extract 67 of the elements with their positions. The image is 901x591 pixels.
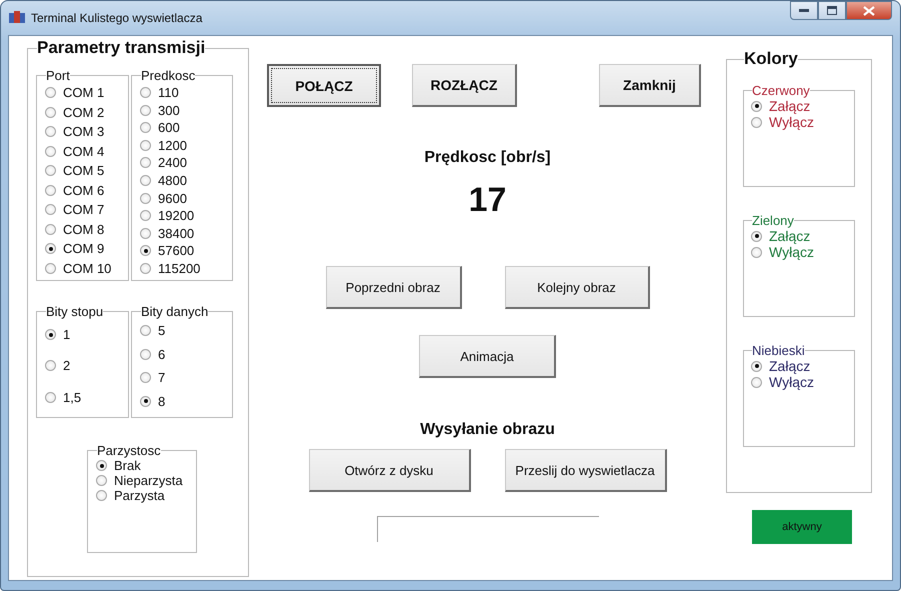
radio-option[interactable]: COM 10: [45, 260, 124, 276]
previous-image-button[interactable]: Poprzedni obraz: [326, 266, 462, 309]
radio-option[interactable]: Wyłącz: [751, 114, 850, 130]
radio-option[interactable]: Załącz: [751, 228, 850, 244]
push-button[interactable]: POŁĄCZ: [267, 64, 381, 107]
radio-option[interactable]: COM 1: [45, 85, 124, 100]
radio-option[interactable]: Brak: [96, 458, 192, 473]
radio-option[interactable]: COM 7: [45, 202, 124, 218]
section-title: Wysyłanie obrazu: [420, 421, 555, 439]
radio-option[interactable]: 300: [140, 102, 228, 118]
radio-option[interactable]: 57600: [140, 243, 228, 258]
radio-option[interactable]: COM 5: [45, 163, 124, 178]
radio-option[interactable]: COM 4: [45, 144, 124, 159]
push-button[interactable]: ROZŁĄCZ: [412, 64, 517, 107]
speed-value: 17: [468, 181, 506, 220]
radio-option[interactable]: COM 2: [45, 104, 124, 120]
radio-option[interactable]: 600: [140, 120, 228, 136]
speed-label: Prędkosc [obr/s]: [424, 149, 551, 167]
radio-option[interactable]: 110: [140, 85, 228, 100]
group-label: Port: [46, 68, 70, 83]
radio-option[interactable]: Załącz: [751, 98, 850, 114]
radio-option[interactable]: 38400: [140, 226, 228, 241]
send-button[interactable]: Przeslij do wyswietlacza: [504, 449, 666, 492]
group-label: Parzystosc: [97, 443, 161, 458]
radio-option[interactable]: 8: [140, 394, 228, 409]
radio-option[interactable]: 6: [140, 346, 228, 362]
radio-option[interactable]: 1: [45, 327, 124, 342]
group-label: Bity stopu: [46, 304, 104, 319]
radio-option[interactable]: 1200: [140, 138, 228, 153]
next-image-button[interactable]: Kolejny obraz: [504, 266, 650, 309]
radio-option[interactable]: 4800: [140, 172, 228, 188]
radio-option[interactable]: Wyłącz: [751, 374, 850, 390]
radio-option[interactable]: COM 3: [45, 124, 124, 140]
radio-option[interactable]: Parzysta: [96, 488, 192, 503]
maximize-button[interactable]: [818, 1, 846, 20]
minimize-button[interactable]: [790, 1, 818, 20]
status-indicator: aktywny: [752, 510, 852, 544]
radio-option[interactable]: 2: [45, 358, 124, 374]
group-label: Bity danych: [141, 304, 208, 319]
app-icon: [9, 11, 25, 25]
radio-option[interactable]: Wyłącz: [751, 244, 850, 260]
radio-option[interactable]: 1,5: [45, 390, 124, 405]
radio-option[interactable]: Załącz: [751, 358, 850, 374]
radio-option[interactable]: COM 6: [45, 182, 124, 198]
radio-option[interactable]: COM 8: [45, 222, 124, 237]
radio-option[interactable]: COM 9: [45, 241, 124, 256]
minimize-icon: [799, 8, 809, 12]
group-title: Kolory: [744, 49, 798, 69]
radio-option[interactable]: 9600: [140, 190, 228, 206]
radio-option[interactable]: 115200: [140, 260, 228, 276]
push-button[interactable]: Zamknij: [599, 64, 701, 107]
radio-option[interactable]: 2400: [140, 155, 228, 170]
radio-option[interactable]: 19200: [140, 208, 228, 224]
maximize-icon: [827, 6, 837, 15]
radio-option[interactable]: 7: [140, 370, 228, 386]
close-button[interactable]: [846, 1, 892, 20]
window-title: Terminal Kulistego wyswietlacza: [31, 11, 202, 25]
group-label: Czerwony: [752, 83, 810, 98]
group-label: Niebieski: [752, 343, 805, 358]
close-icon: [863, 6, 875, 16]
group-title: Parametry transmisji: [37, 38, 206, 58]
animation-button[interactable]: Animacja: [419, 335, 556, 378]
open-file-button[interactable]: Otwórz z dysku: [308, 449, 470, 492]
group-label: Predkosc: [141, 68, 196, 83]
group-label: Zielony: [752, 213, 794, 228]
radio-option[interactable]: Nieparzysta: [96, 473, 192, 488]
radio-option[interactable]: 5: [140, 323, 228, 338]
